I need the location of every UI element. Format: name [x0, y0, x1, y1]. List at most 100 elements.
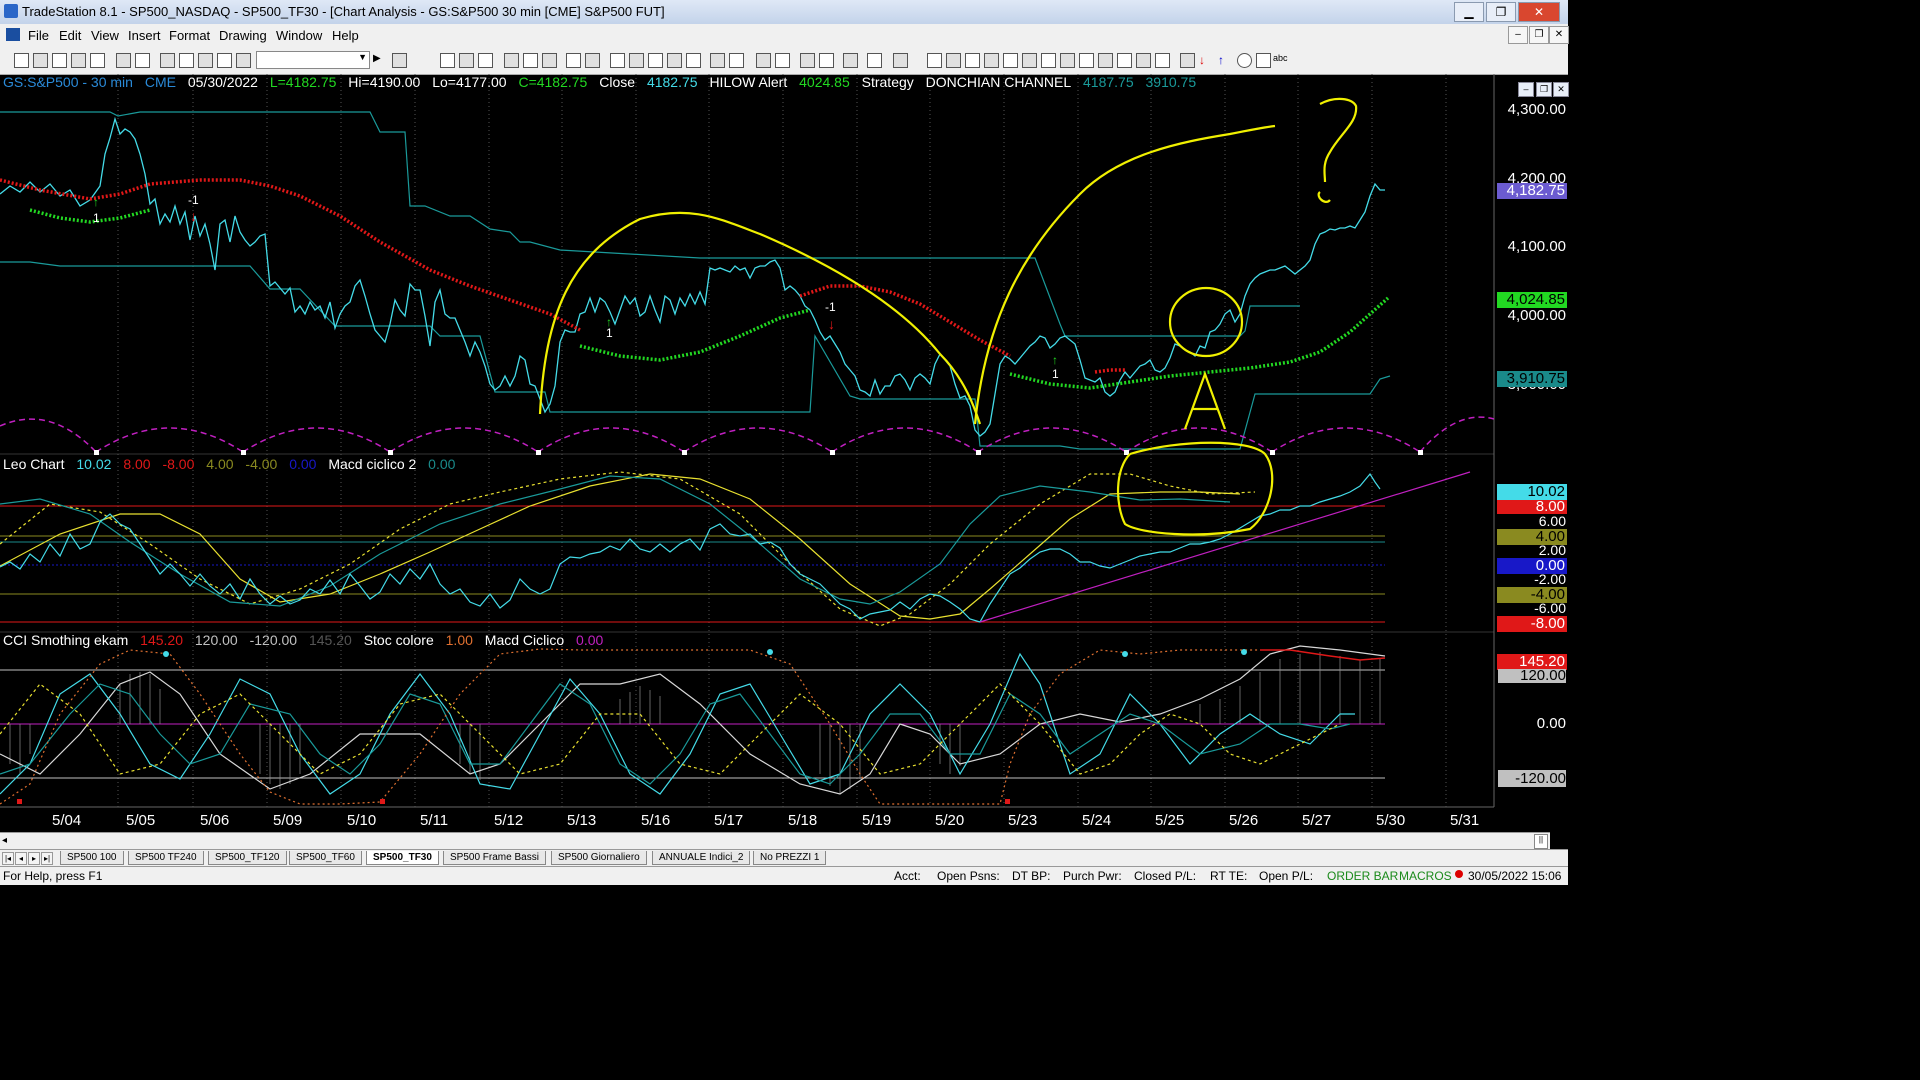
- trendline-icon[interactable]: [927, 53, 942, 68]
- arrow-icon[interactable]: [1098, 53, 1113, 68]
- pointer-icon[interactable]: [800, 53, 815, 68]
- page-icon[interactable]: [90, 53, 105, 68]
- zoom-in-icon[interactable]: [756, 53, 771, 68]
- status-order-bar[interactable]: ORDER BAR: [1327, 869, 1398, 883]
- panel-restore-button[interactable]: ❐: [1536, 82, 1552, 97]
- expand-icon[interactable]: [867, 53, 882, 68]
- scan-icon[interactable]: [523, 53, 538, 68]
- select-icon[interactable]: [819, 53, 834, 68]
- status-macros[interactable]: MACROS: [1399, 869, 1452, 883]
- menu-insert[interactable]: Insert: [128, 28, 161, 43]
- fibonacci-icon[interactable]: [984, 53, 999, 68]
- speed-lines-icon[interactable]: [1041, 53, 1056, 68]
- new-icon[interactable]: [14, 53, 29, 68]
- mdi-restore-button[interactable]: ❐: [1529, 26, 1549, 44]
- zoom-out-icon[interactable]: [775, 53, 790, 68]
- sell-arrow-icon: ↓: [828, 316, 835, 332]
- play-icon[interactable]: ▶: [373, 53, 386, 66]
- position-icon[interactable]: [585, 53, 600, 68]
- mdi-minimize-button[interactable]: ‒: [1508, 26, 1528, 44]
- arc-icon[interactable]: [1003, 53, 1018, 68]
- note-icon[interactable]: [893, 53, 908, 68]
- tab-sp500-tf60[interactable]: SP500_TF60: [289, 851, 362, 865]
- tab-first-icon[interactable]: |◂: [2, 852, 14, 865]
- minimize-button[interactable]: ▁: [1454, 2, 1484, 22]
- donchian-lower-value: 3910.75: [1145, 74, 1197, 90]
- lock-icon[interactable]: [198, 53, 213, 68]
- andrews-icon[interactable]: [1060, 53, 1075, 68]
- tab-prev-icon[interactable]: ◂: [15, 852, 27, 865]
- vertical-lines-icon[interactable]: [946, 53, 961, 68]
- close-price-label: 4182.75: [646, 74, 698, 90]
- gann-icon[interactable]: [1079, 53, 1094, 68]
- panel-close-button[interactable]: ✕: [1553, 82, 1569, 97]
- tab-sp500-tf30[interactable]: SP500_TF30: [366, 851, 439, 865]
- down-arrow-icon[interactable]: ↓: [1199, 53, 1212, 67]
- close-button[interactable]: ✕: [1518, 2, 1560, 22]
- tab-sp500-frame-bassi[interactable]: SP500 Frame Bassi: [443, 851, 546, 865]
- tab-annuale-indici-2[interactable]: ANNUALE Indici_2: [652, 851, 751, 865]
- tab-sp500-tf240[interactable]: SP500 TF240: [128, 851, 204, 865]
- text-icon[interactable]: abc: [1273, 53, 1288, 66]
- tab-next-icon[interactable]: ▸: [28, 852, 40, 865]
- menu-drawing[interactable]: Drawing: [219, 28, 267, 43]
- link-icon[interactable]: [392, 53, 407, 68]
- tab-sp500-giornaliero[interactable]: SP500 Giornaliero: [551, 851, 647, 865]
- menu-view[interactable]: View: [91, 28, 119, 43]
- cci-panel-header: CCI Smothing ekam 145.20 120.00 -120.00 …: [3, 632, 611, 648]
- chart-area[interactable]: ↑ 1 -1 ↓ ↑ 1 -1 ↓ ↑ 1 GS:S&P500 - 30 min…: [0, 74, 1569, 832]
- copy-icon[interactable]: [217, 53, 232, 68]
- workspace-icon[interactable]: [71, 53, 86, 68]
- up-arrow-icon[interactable]: ↑: [1218, 53, 1231, 67]
- symbol-select[interactable]: ▼: [256, 51, 370, 69]
- candle-style-icon[interactable]: [729, 53, 744, 68]
- menu-edit[interactable]: Edit: [59, 28, 81, 43]
- scroll-left-icon[interactable]: ◂: [2, 835, 7, 846]
- radar-icon[interactable]: [478, 53, 493, 68]
- chart-icon[interactable]: [440, 53, 455, 68]
- print-preview-icon[interactable]: [116, 53, 131, 68]
- pencil-icon[interactable]: [1155, 53, 1170, 68]
- network-icon[interactable]: [236, 53, 251, 68]
- tab-last-icon[interactable]: ▸|: [41, 852, 53, 865]
- bars-icon[interactable]: [504, 53, 519, 68]
- parallel-icon[interactable]: [1117, 53, 1132, 68]
- line-draw-icon[interactable]: [1180, 53, 1195, 68]
- donchian-low-box: 3,910.75: [1497, 371, 1567, 387]
- mdi-close-button[interactable]: ✕: [1549, 26, 1569, 44]
- date-tick: 5/30: [1376, 812, 1406, 829]
- order-icon[interactable]: [566, 53, 581, 68]
- cycle-icon[interactable]: [1136, 53, 1151, 68]
- bar-style-icon[interactable]: [710, 53, 725, 68]
- menu-help[interactable]: Help: [332, 28, 359, 43]
- analysis-icon[interactable]: [610, 53, 625, 68]
- tab-sp500-tf120[interactable]: SP500_TF120: [208, 851, 287, 865]
- grid-icon[interactable]: [459, 53, 474, 68]
- menu-format[interactable]: Format: [169, 28, 210, 43]
- tools-icon[interactable]: [843, 53, 858, 68]
- horizontal-lines-icon[interactable]: [965, 53, 980, 68]
- percent-icon[interactable]: [686, 53, 701, 68]
- cci-white-line: [0, 645, 1386, 795]
- open-icon[interactable]: [33, 53, 48, 68]
- panel-minimize-button[interactable]: ‒: [1518, 82, 1534, 97]
- chart-window-icon[interactable]: [6, 28, 20, 41]
- ellipse-icon[interactable]: [1237, 53, 1252, 68]
- indicator-icon[interactable]: [629, 53, 644, 68]
- maximize-button[interactable]: ❐: [1486, 2, 1516, 22]
- window-icon[interactable]: [160, 53, 175, 68]
- data-icon[interactable]: [667, 53, 682, 68]
- print-icon[interactable]: [135, 53, 150, 68]
- tile-icon[interactable]: [179, 53, 194, 68]
- rectangle-icon[interactable]: [1256, 53, 1271, 68]
- menu-file[interactable]: File: [28, 28, 49, 43]
- tab-no-prezzi-1[interactable]: No PREZZI 1: [753, 851, 827, 865]
- strategy-icon[interactable]: [648, 53, 663, 68]
- tab-sp500-100[interactable]: SP500 100: [60, 851, 124, 865]
- menu-window[interactable]: Window: [276, 28, 322, 43]
- channel-icon[interactable]: [1022, 53, 1037, 68]
- matrix-icon[interactable]: [542, 53, 557, 68]
- horizontal-scrollbar[interactable]: ◂ ||: [0, 832, 1550, 849]
- save-icon[interactable]: [52, 53, 67, 68]
- scroll-thumb[interactable]: ||: [1534, 834, 1548, 849]
